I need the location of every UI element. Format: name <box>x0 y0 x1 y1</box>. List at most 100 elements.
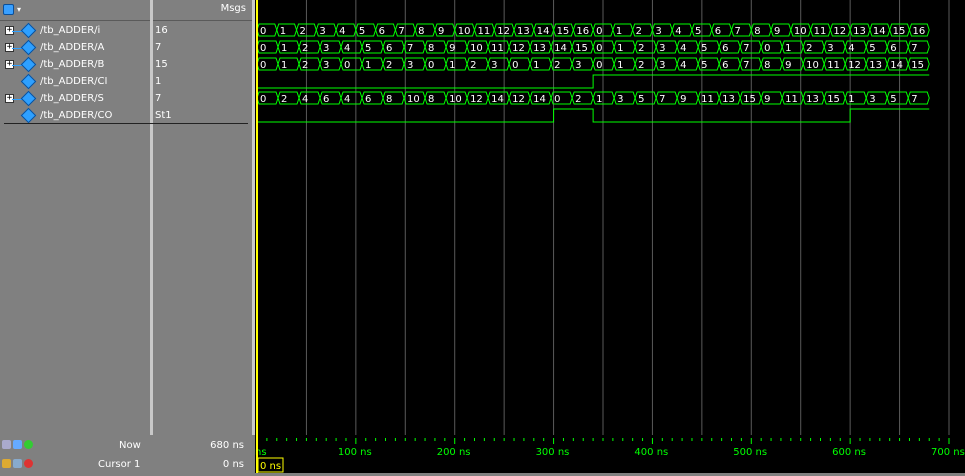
bus-value: 15 <box>557 26 570 37</box>
bus-value: 14 <box>533 94 546 105</box>
bus-value: 1 <box>616 26 622 37</box>
signal-icon <box>20 56 37 73</box>
wrench-icon[interactable] <box>13 459 22 468</box>
bus-value: 6 <box>379 26 385 37</box>
bus-value: 9 <box>774 26 780 37</box>
bus-value: 2 <box>806 43 812 54</box>
bus-value: 2 <box>302 43 308 54</box>
bus-value: 0 <box>596 43 602 54</box>
bus-value: 7 <box>659 94 665 105</box>
waveform-pane[interactable]: 0 1 2 3 4 5 6 7 8 9 10 11 12 13 14 15 16 0 1 2 3 4 5 6 7 8 9 10 11 12… <box>255 0 965 435</box>
bus-value: 12 <box>512 43 525 54</box>
bus-value: 1 <box>281 60 287 71</box>
ruler-label: 400 ns <box>634 447 668 458</box>
bus-value: 0 <box>344 60 350 71</box>
bus-value: 8 <box>428 94 434 105</box>
signal-value: 1 <box>155 76 162 87</box>
time-ruler[interactable]: ns 100 ns 200 ns 300 ns 400 ns 500 ns 600 ns 70… <box>255 435 965 473</box>
bus-value: 1 <box>617 60 623 71</box>
bus-value: 5 <box>701 43 707 54</box>
chevron-down-icon[interactable]: ▾ <box>17 5 21 14</box>
signal-row[interactable]: /tb_ADDER/CO <box>0 107 150 124</box>
wave-toolbar-icon[interactable] <box>3 4 14 15</box>
values-header: Msgs <box>153 0 252 21</box>
monitor-icon[interactable] <box>13 440 22 449</box>
signal-name: /tb_ADDER/CI <box>40 76 108 87</box>
bus-value: 3 <box>491 60 497 71</box>
bus-value: 8 <box>418 26 424 37</box>
signal-name: /tb_ADDER/i <box>40 25 101 36</box>
signal-value: 7 <box>155 93 162 104</box>
bus-value: 4 <box>302 94 308 105</box>
lock-icon[interactable] <box>2 459 11 468</box>
ruler-label: 500 ns <box>733 447 767 458</box>
bus-value: 3 <box>323 60 329 71</box>
bus-value: 3 <box>575 60 581 71</box>
pane-splitter[interactable] <box>150 0 153 473</box>
bus-value: 1 <box>365 60 371 71</box>
bus-value: 7 <box>743 60 749 71</box>
bus-value: 2 <box>636 26 642 37</box>
signal-row[interactable]: +/tb_ADDER/A <box>0 39 150 56</box>
bus-value: 1 <box>533 60 539 71</box>
bus-value: 6 <box>323 94 329 105</box>
bus-value: 4 <box>344 43 350 54</box>
time-ruler-canvas[interactable]: ns 100 ns 200 ns 300 ns 400 ns 500 ns 600 ns 70… <box>255 435 965 473</box>
signal-row[interactable]: +/tb_ADDER/S <box>0 90 150 107</box>
signal-row[interactable]: +/tb_ADDER/i <box>0 22 150 39</box>
bus-value: 0 <box>554 94 560 105</box>
bus-value: 1 <box>280 26 286 37</box>
bus-value: 3 <box>869 94 875 105</box>
bus-value: 9 <box>449 43 455 54</box>
signal-name: /tb_ADDER/B <box>40 59 105 70</box>
bus-value: 9 <box>438 26 444 37</box>
bus-value: 14 <box>554 43 567 54</box>
bus-value: 0 <box>260 43 266 54</box>
bus-value: 12 <box>470 94 483 105</box>
zoom-icon[interactable] <box>2 440 11 449</box>
bus-value: 2 <box>302 60 308 71</box>
bus-value: 11 <box>827 60 840 71</box>
signal-name: /tb_ADDER/S <box>40 93 104 104</box>
bus-value: 1 <box>281 43 287 54</box>
cursor-label[interactable]: Cursor 1 <box>98 456 140 474</box>
bus-value: 7 <box>735 26 741 37</box>
bus-value: 15 <box>893 26 906 37</box>
bus-value: 6 <box>722 60 728 71</box>
bus-value: 7 <box>398 26 404 37</box>
bus-value: 0 <box>596 26 602 37</box>
signal-row[interactable]: +/tb_ADDER/B <box>0 56 150 73</box>
bus-value: 16 <box>576 26 589 37</box>
signal-icon <box>20 39 37 56</box>
bus-value: 6 <box>365 94 371 105</box>
add-icon[interactable] <box>24 440 33 449</box>
bus-value: 4 <box>680 60 686 71</box>
bus-value: 8 <box>754 26 760 37</box>
bus-value: 2 <box>638 43 644 54</box>
bus-value: 5 <box>638 94 644 105</box>
bus-value: 14 <box>491 94 504 105</box>
bus-value: 2 <box>638 60 644 71</box>
remove-icon[interactable] <box>24 459 33 468</box>
ruler-label: 300 ns <box>536 447 570 458</box>
bus-value: 5 <box>695 26 701 37</box>
signal-value: St1 <box>155 110 172 121</box>
bus-value: 1 <box>449 60 455 71</box>
signal-value: 15 <box>155 59 168 70</box>
bus-value: 4 <box>848 43 854 54</box>
signal-value: 16 <box>155 25 168 36</box>
bus-value: 11 <box>785 94 798 105</box>
bus-value: 11 <box>701 94 714 105</box>
bus-value: 14 <box>890 60 903 71</box>
signal-row[interactable]: /tb_ADDER/CI <box>0 73 150 90</box>
ruler-label: 200 ns <box>437 447 471 458</box>
signal-icon <box>20 107 37 124</box>
waveform-canvas[interactable]: 0 1 2 3 4 5 6 7 8 9 10 11 12 13 14 15 16 0 1 2 3 4 5 6 7 8 9 10 11 12… <box>255 0 965 435</box>
bus-value: 0 <box>764 43 770 54</box>
bus-value: 1 <box>848 94 854 105</box>
bus-value: 0 <box>596 60 602 71</box>
bus-value: 8 <box>386 94 392 105</box>
bus-value: 9 <box>764 94 770 105</box>
names-header: ▾ <box>0 0 150 21</box>
bus-value: 15 <box>743 94 756 105</box>
